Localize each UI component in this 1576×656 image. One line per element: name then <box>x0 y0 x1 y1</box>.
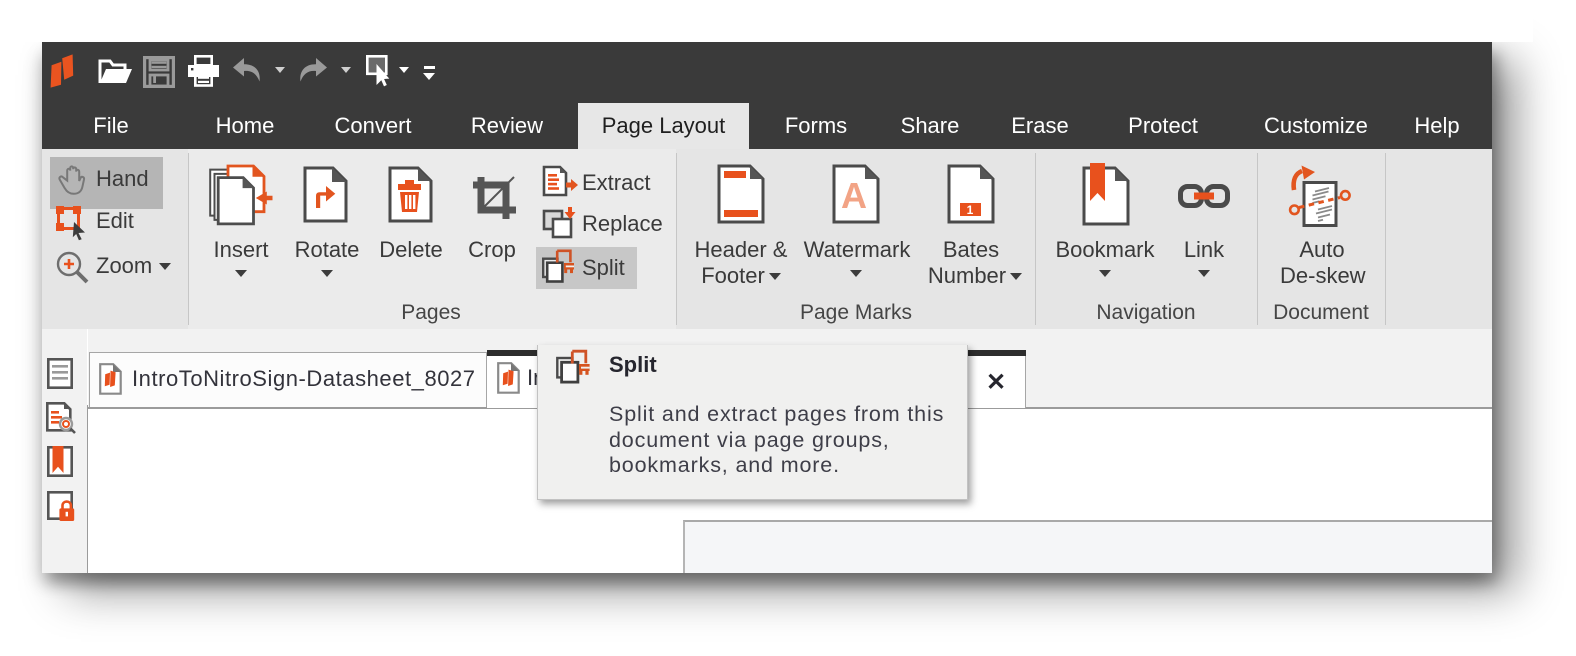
svg-text:1: 1 <box>967 203 974 217</box>
svg-text:A: A <box>841 175 867 216</box>
